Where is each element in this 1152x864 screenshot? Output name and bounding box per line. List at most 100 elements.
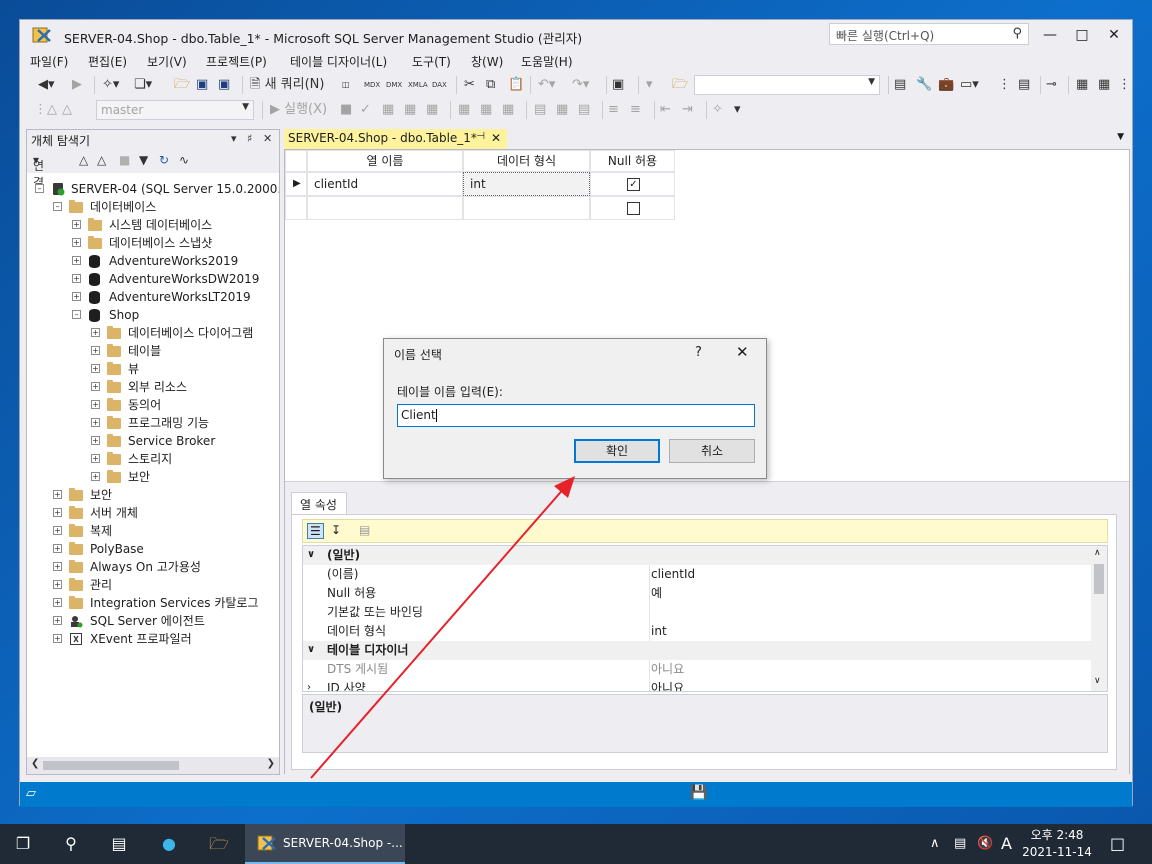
property-value[interactable]: 예: [651, 584, 662, 602]
expand-icon[interactable]: +: [53, 634, 62, 643]
ok-button[interactable]: 확인: [574, 439, 660, 463]
delete-column-icon[interactable]: ▦: [1098, 76, 1110, 94]
disconnect-icon[interactable]: △: [97, 153, 106, 167]
volume-muted-icon[interactable]: 🔇: [977, 824, 993, 864]
quick-launch-input[interactable]: 빠른 실행(Ctrl+Q) ⚲: [829, 23, 1029, 45]
expand-icon[interactable]: +: [91, 328, 100, 337]
menu-edit[interactable]: 편집(E): [88, 53, 127, 70]
relationships-icon[interactable]: ▤: [1018, 76, 1030, 94]
row-selector[interactable]: [285, 196, 307, 220]
expand-icon[interactable]: +: [91, 400, 100, 409]
allow-null-checkbox[interactable]: [627, 202, 640, 215]
intellisense-icon[interactable]: ▦: [426, 101, 438, 119]
connect-icon[interactable]: ⋮△: [34, 101, 57, 119]
command-window-icon[interactable]: ▭▾: [960, 76, 979, 94]
expand-icon[interactable]: +: [53, 526, 62, 535]
expand-icon[interactable]: +: [53, 598, 62, 607]
edge-browser-icon[interactable]: ●: [146, 824, 192, 864]
category-general[interactable]: ∨ (일반): [303, 546, 1093, 565]
menu-tools[interactable]: 도구(T): [412, 53, 451, 70]
comment-icon[interactable]: ≡: [608, 101, 619, 119]
tab-list-icon[interactable]: ▼: [1117, 132, 1124, 142]
close-dialog-icon[interactable]: ✕: [736, 343, 749, 361]
search-icon[interactable]: ⚲: [48, 824, 94, 864]
menu-view[interactable]: 보기(V): [147, 53, 187, 70]
back-icon[interactable]: ◀▾: [38, 76, 55, 94]
start-windows-icon[interactable]: ❐: [0, 824, 46, 864]
client-stats-icon[interactable]: ▦: [502, 101, 514, 119]
collapse-icon[interactable]: –: [35, 184, 44, 193]
close-window-button[interactable]: ✕: [1100, 24, 1128, 46]
screenshot-icon[interactable]: ▣: [612, 76, 624, 94]
property-row[interactable]: 데이터 형식 int: [303, 622, 1093, 641]
ime-indicator[interactable]: A: [1001, 824, 1012, 864]
tab-column-properties[interactable]: 열 속성: [291, 492, 347, 514]
expand-icon[interactable]: +: [72, 238, 81, 247]
estimated-plan-icon[interactable]: ▦: [382, 101, 394, 119]
open-folder-icon[interactable]: 🗁: [174, 76, 190, 94]
expand-icon[interactable]: +: [72, 274, 81, 283]
new-query-button[interactable]: 🗎 새 쿼리(N): [250, 76, 324, 94]
clock[interactable]: 오후 2:48 2021-11-14: [1012, 827, 1102, 861]
collapse-icon[interactable]: –: [53, 202, 62, 211]
expand-icon[interactable]: +: [53, 490, 62, 499]
paste-icon[interactable]: 📋: [508, 76, 524, 94]
expand-icon[interactable]: +: [53, 544, 62, 553]
uncomment-icon[interactable]: ≡: [630, 101, 641, 119]
stop-icon[interactable]: ■: [340, 101, 352, 119]
expand-icon[interactable]: +: [72, 292, 81, 301]
connect-dropdown[interactable]: 연결 ▾: [33, 153, 44, 190]
specify-values-icon[interactable]: ✧: [712, 101, 723, 119]
scroll-thumb[interactable]: [1094, 564, 1104, 594]
table-name-input[interactable]: Client: [397, 404, 755, 427]
expand-icon[interactable]: +: [91, 472, 100, 481]
scroll-up-icon[interactable]: ∧: [1094, 548, 1101, 558]
expand-icon[interactable]: +: [91, 364, 100, 373]
help-button[interactable]: ?: [695, 345, 702, 360]
notification-icon[interactable]: □: [1110, 824, 1125, 864]
tree-horizontal-scrollbar[interactable]: ❮ ❯: [27, 757, 279, 774]
alphabetical-icon[interactable]: ↧: [331, 523, 341, 537]
available-databases-combo[interactable]: master ▼: [96, 100, 254, 120]
cell-data-type[interactable]: [463, 196, 590, 220]
expand-icon[interactable]: +: [91, 418, 100, 427]
add-item-icon[interactable]: ❏▾: [134, 76, 152, 94]
refresh-icon[interactable]: ↻: [159, 153, 169, 167]
insert-column-icon[interactable]: ▦: [1076, 76, 1088, 94]
allow-null-checkbox[interactable]: ✓: [627, 178, 640, 191]
pin-tab-icon[interactable]: ⊣: [476, 131, 485, 142]
property-row[interactable]: Null 허용 예: [303, 584, 1093, 603]
query-designer-icon[interactable]: ▦: [404, 101, 416, 119]
scroll-thumb[interactable]: [43, 761, 179, 770]
task-view-icon[interactable]: ▤: [96, 824, 142, 864]
expand-icon[interactable]: +: [53, 580, 62, 589]
expand-icon[interactable]: +: [53, 508, 62, 517]
find-combo[interactable]: ▼: [694, 75, 880, 95]
expand-icon[interactable]: +: [53, 562, 62, 571]
execute-button[interactable]: ▶ 실행(X): [270, 101, 327, 119]
property-vertical-scrollbar[interactable]: ∧ ∨: [1091, 546, 1107, 691]
show-hidden-icons[interactable]: ∧: [930, 824, 940, 864]
filter-icon[interactable]: ▼: [139, 153, 148, 167]
results-file-icon[interactable]: ▤: [578, 101, 590, 119]
toolbar-overflow-icon[interactable]: ⋮: [1118, 76, 1131, 94]
designer-splitter[interactable]: [285, 481, 1129, 488]
cancel-button[interactable]: 취소: [669, 439, 755, 463]
property-row[interactable]: DTS 게시됨 아니요: [303, 660, 1093, 679]
property-value[interactable]: int: [651, 622, 667, 640]
toolbox-icon[interactable]: 💼: [938, 76, 954, 94]
pin-icon[interactable]: ♯: [247, 132, 252, 145]
property-row[interactable]: 기본값 또는 바인딩: [303, 603, 1093, 622]
live-stats-icon[interactable]: ▦: [480, 101, 492, 119]
tab-table-designer[interactable]: SERVER-04.Shop - dbo.Table_1* ⊣ ✕: [284, 129, 507, 149]
file-explorer-icon[interactable]: 🗁: [196, 824, 242, 864]
property-row[interactable]: (이름) clientId: [303, 565, 1093, 584]
connect-icon-oe[interactable]: △: [79, 153, 88, 167]
collapse-icon[interactable]: –: [72, 310, 81, 319]
db-engine-query-icon[interactable]: ◫: [342, 76, 350, 94]
menu-table-designer[interactable]: 테이블 디자이너(L): [290, 53, 387, 70]
expand-icon[interactable]: +: [72, 256, 81, 265]
close-tab-icon[interactable]: ✕: [491, 131, 501, 145]
save-all-icon[interactable]: ▣: [218, 76, 230, 94]
include-plan-icon[interactable]: ▦: [458, 101, 470, 119]
